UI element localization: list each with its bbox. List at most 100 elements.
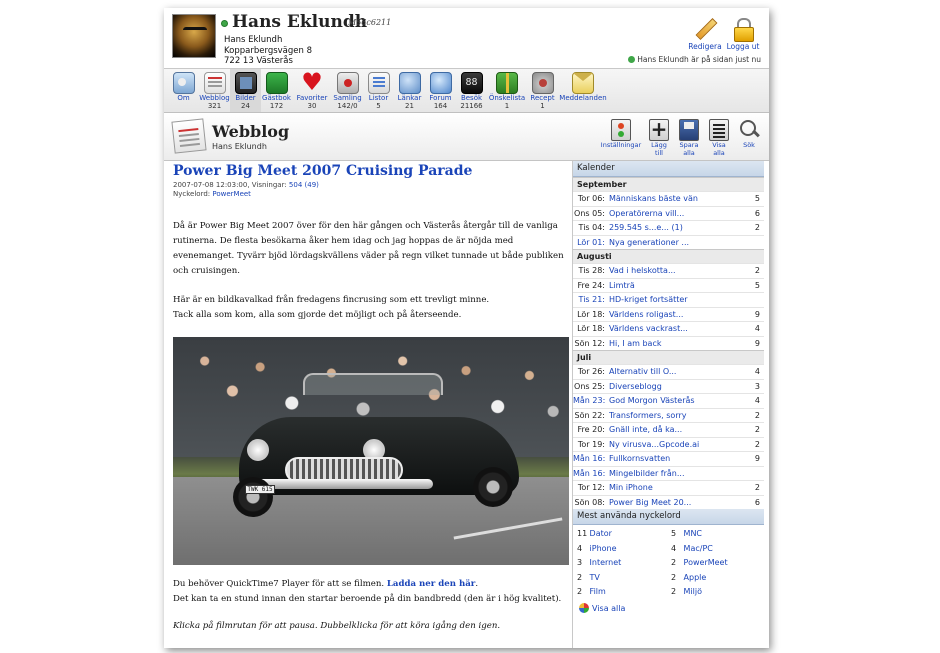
nav-item-favoriter[interactable]: Favoriter 30 (292, 68, 332, 112)
keyword-link[interactable]: MNC (684, 529, 702, 538)
entry-title-link[interactable]: Limträ (609, 279, 750, 293)
entry-comment-count: 3 (754, 381, 760, 391)
entry-title-link[interactable]: Världens roligast... (609, 308, 750, 322)
show-all-button[interactable]: Visa alla (705, 119, 733, 157)
post-views-extra[interactable]: (49) (305, 181, 319, 189)
calendar-entry[interactable]: Tor 26: Alternativ till O... 4 (573, 364, 764, 379)
nav-item-besok[interactable]: Besök 21166 (456, 69, 487, 112)
entry-comment-count (750, 467, 764, 481)
entry-title-link[interactable]: Ny virusva...Gpcode.ai (609, 438, 750, 452)
calendar-entry[interactable]: Sön 12: Hi, I am back 9 (573, 335, 764, 351)
collection-icon (336, 72, 359, 94)
entry-date: Mån 16: (573, 468, 606, 478)
calendar-entry[interactable]: Mån 16: Mingelbilder från... (573, 465, 764, 481)
post-views-link[interactable]: 504 (289, 181, 302, 189)
entry-title-link[interactable]: Diverseblogg (609, 380, 750, 394)
entry-title-link[interactable]: Mingelbilder från... (609, 467, 750, 481)
keyword-link[interactable]: iPhone (590, 544, 617, 553)
keyword-link[interactable]: Mac/PC (684, 544, 713, 553)
headlight (247, 439, 269, 461)
calendar-entry[interactable]: Ons 25: Diverseblogg 3 (573, 378, 764, 394)
keyword-link[interactable]: TV (590, 573, 600, 582)
nav-item-bilder[interactable]: Bilder 24 (230, 69, 261, 112)
calendar-entry[interactable]: Ons 05: Operatörerna vill... 6 (573, 205, 764, 221)
keyword-link[interactable]: Apple (684, 573, 707, 582)
add-post-button[interactable]: Läggtill (645, 117, 673, 157)
download-link[interactable]: Ladda ner den här (387, 579, 476, 589)
entry-title-link[interactable]: Vad i helskotta... (609, 264, 750, 278)
save-all-button[interactable]: Spara alla (675, 119, 703, 157)
keyword-link[interactable]: PowerMeet (684, 558, 728, 567)
nav-item-webblog[interactable]: Webblog 321 (199, 69, 230, 112)
entry-title-link[interactable]: Nya generationer ... (609, 236, 750, 250)
entry-title-link[interactable]: Människans bäste vän (609, 192, 750, 206)
keyword-link[interactable]: Dator (590, 529, 612, 538)
nav-item-gastbok[interactable]: Gästbok 172 (261, 69, 292, 112)
calendar-entry[interactable]: Tis 21: HD-kriget fortsätter (573, 292, 764, 307)
calendar-month: Augusti (573, 249, 764, 263)
entry-title-link[interactable]: Alternativ till O... (609, 365, 750, 379)
logout-button[interactable]: Logga ut (725, 18, 761, 51)
nav-item-meddelanden[interactable]: Meddelanden (558, 69, 608, 112)
post-keyword-link[interactable]: PowerMeet (212, 190, 251, 198)
nav-item-onskelista[interactable]: Önskelista 1 (487, 69, 527, 112)
calendar-entry[interactable]: Fre 24: Limträ 5 (573, 277, 764, 293)
calendar-entry[interactable]: Sön 08: Power Big Meet 20... 6 (573, 494, 764, 510)
nav-item-forum[interactable]: Forum 164 (425, 69, 456, 112)
player-hint: Klicka på filmrutan för att pausa. Dubbe… (173, 621, 501, 631)
entry-title-link[interactable]: Fullkornsvatten (609, 452, 750, 466)
calendar-entry[interactable]: Tis 04: 259.545 s...e... (1) 2 (573, 220, 764, 235)
entry-title-link[interactable]: Världens vackrast... (609, 322, 750, 336)
post-date: 2007-07-08 12:03:00, Visningar: (173, 181, 287, 189)
entry-date: Ons 25: (574, 381, 605, 391)
entry-title-link[interactable]: God Morgon Västerås (609, 394, 750, 408)
calendar-entry[interactable]: Mån 16: Fullkornsvatten 9 (573, 451, 764, 466)
entry-title-link[interactable]: Transformers, sorry (609, 409, 750, 423)
nav-item-lankar[interactable]: Länkar 21 (394, 69, 425, 112)
show-all-keywords-link[interactable]: Visa alla (573, 600, 764, 616)
post-title[interactable]: Power Big Meet 2007 Cruising Parade (173, 163, 572, 179)
address-name: Hans Eklundh (224, 35, 283, 45)
calendar-entry[interactable]: Mån 23: God Morgon Västerås 4 (573, 393, 764, 408)
nav-item-samling[interactable]: Samling 142/0 (332, 69, 363, 112)
section-subtitle: Hans Eklundh (212, 142, 267, 151)
entry-comment-count: 2 (754, 425, 760, 434)
calendar-entry[interactable]: Lör 18: Världens vackrast... 4 (573, 321, 764, 336)
license-plate: TWK 615 (245, 485, 275, 494)
entry-comment-count: 2 (754, 266, 760, 275)
keyword-link[interactable]: Miljö (684, 587, 702, 596)
calendar-entry[interactable]: Fre 20: Gnäll inte, då ka... 2 (573, 422, 764, 437)
keyword-link[interactable]: Film (590, 587, 606, 596)
keyword-count: 2 (671, 558, 677, 568)
calendar-entry[interactable]: Lör 18: Världens roligast... 9 (573, 306, 764, 322)
entry-comment-count: 9 (754, 338, 760, 348)
calendar-entry[interactable]: Tis 28: Vad i helskotta... 2 (573, 263, 764, 278)
entry-comment-count: 2 (754, 439, 760, 449)
calendar-entry[interactable]: Sön 22: Transformers, sorry 2 (573, 407, 764, 423)
entry-comment-count: 9 (754, 309, 760, 319)
keywords-header: Mest använda nyckelord (573, 509, 764, 525)
entry-title-link[interactable]: HD-kriget fortsätter (609, 293, 750, 307)
video-player[interactable]: TWK 615 (173, 337, 569, 565)
entry-title-link[interactable]: Power Big Meet 20... (609, 496, 750, 510)
calendar-entry[interactable]: Lör 01: Nya generationer ... (573, 234, 764, 250)
entry-title-link[interactable]: Hi, I am back (609, 337, 750, 351)
calendar-entry[interactable]: Tor 12: Min iPhone 2 (573, 480, 764, 495)
calendar-entry[interactable]: Tor 19: Ny virusva...Gpcode.ai 2 (573, 436, 764, 452)
nav-item-recept[interactable]: Recept 1 (527, 69, 558, 112)
nav-item-listor[interactable]: Listor 5 (363, 69, 394, 112)
edit-button[interactable]: Redigera (687, 18, 723, 51)
nav-item-om[interactable]: Om (168, 69, 199, 112)
settings-button[interactable]: Inställningar (599, 119, 643, 157)
entry-title-link[interactable]: Gnäll inte, då ka... (609, 423, 750, 437)
car-windshield (303, 373, 443, 395)
entry-title-link[interactable]: Min iPhone (609, 481, 750, 495)
search-button[interactable]: Sök (735, 119, 763, 157)
car-bumper (253, 479, 433, 489)
keyword-link[interactable]: Internet (590, 558, 622, 567)
keyword-count: 5 (671, 529, 677, 538)
entry-title-link[interactable]: Operatörerna vill... (609, 207, 750, 221)
calendar-entry[interactable]: Tor 06: Människans bäste vän 5 (573, 191, 764, 206)
avatar[interactable] (172, 14, 216, 58)
entry-title-link[interactable]: 259.545 s...e... (1) (609, 221, 750, 235)
